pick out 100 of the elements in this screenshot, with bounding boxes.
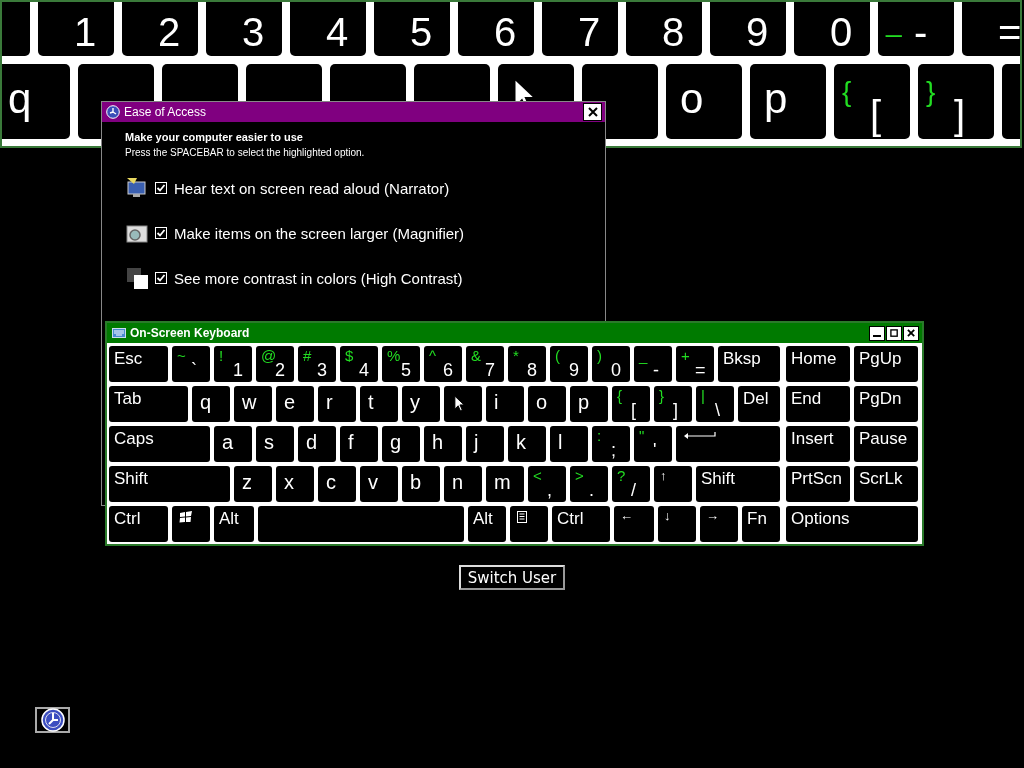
key[interactable]: f: [340, 426, 378, 462]
menu-key[interactable]: [510, 506, 548, 542]
ease-of-access-icon: [106, 105, 120, 119]
key[interactable]: Shift: [696, 466, 780, 502]
windows-flag-icon: [179, 511, 193, 523]
key[interactable]: r: [318, 386, 356, 422]
close-icon: [906, 328, 916, 338]
arrow-key[interactable]: ↓: [658, 506, 696, 542]
key[interactable]: Ctrl: [109, 506, 168, 542]
key[interactable]: b: [402, 466, 440, 502]
key[interactable]: } ]: [654, 386, 692, 422]
option-label[interactable]: See more contrast in colors (High Contrast): [174, 269, 463, 287]
key[interactable]: ) 0: [592, 346, 630, 382]
key[interactable]: w: [234, 386, 272, 422]
key[interactable]: y: [402, 386, 440, 422]
key[interactable]: % 5: [382, 346, 420, 382]
instruction-text: Press the SPACEBAR to select the highlighted option.: [125, 147, 366, 158]
key[interactable]: PrtScn: [786, 466, 850, 502]
key[interactable]: ( 9: [550, 346, 588, 382]
switch-user-button[interactable]: Switch User: [459, 565, 565, 590]
key[interactable]: # 3: [298, 346, 336, 382]
magnified-key: p: [750, 64, 826, 139]
key[interactable]: c: [318, 466, 356, 502]
key[interactable]: [444, 386, 482, 422]
key[interactable]: " ': [634, 426, 672, 462]
key[interactable]: @ 2: [256, 346, 294, 382]
arrow-key[interactable]: →: [700, 506, 738, 542]
key[interactable]: : ;: [592, 426, 630, 462]
window-title: Ease of Access: [124, 105, 208, 119]
key[interactable]: End: [786, 386, 850, 422]
key[interactable]: Insert: [786, 426, 850, 462]
key[interactable]: Ctrl: [552, 506, 610, 542]
key[interactable]: l: [550, 426, 588, 462]
key[interactable]: d: [298, 426, 336, 462]
option-label[interactable]: Hear text on screen read aloud (Narrator): [174, 179, 450, 197]
key[interactable]: x: [276, 466, 314, 502]
key[interactable]: ! 1: [214, 346, 252, 382]
key[interactable]: & 7: [466, 346, 504, 382]
key[interactable]: n: [444, 466, 482, 502]
key[interactable]: _ -: [634, 346, 672, 382]
maximize-button[interactable]: [886, 325, 902, 341]
window-title: On-Screen Keyboard: [130, 326, 251, 340]
magnified-key: 7: [542, 2, 618, 56]
checkbox[interactable]: [155, 272, 167, 284]
key[interactable]: j: [466, 426, 504, 462]
key[interactable]: Options: [786, 506, 918, 542]
key[interactable]: * 8: [508, 346, 546, 382]
key[interactable]: a: [214, 426, 252, 462]
key[interactable]: > .: [570, 466, 608, 502]
key[interactable]: ^ 6: [424, 346, 462, 382]
key[interactable]: e: [276, 386, 314, 422]
key[interactable]: k: [508, 426, 546, 462]
minimize-button[interactable]: [869, 325, 885, 341]
key[interactable]: | \: [696, 386, 734, 422]
key[interactable]: o: [528, 386, 566, 422]
magnified-key: 6: [458, 2, 534, 56]
key[interactable]: ScrLk: [854, 466, 918, 502]
key[interactable]: Tab: [109, 386, 188, 422]
key[interactable]: Fn: [742, 506, 780, 542]
key[interactable]: s: [256, 426, 294, 462]
key[interactable]: $ 4: [340, 346, 378, 382]
magnified-key: 4: [290, 2, 366, 56]
key[interactable]: { [: [612, 386, 650, 422]
arrow-key[interactable]: ←: [614, 506, 654, 542]
key[interactable]: Home: [786, 346, 850, 382]
key[interactable]: g: [382, 426, 420, 462]
key[interactable]: Alt: [214, 506, 254, 542]
arrow-key[interactable]: ↑: [654, 466, 692, 502]
key[interactable]: Alt: [468, 506, 506, 542]
checkbox[interactable]: [155, 182, 167, 194]
close-button[interactable]: [903, 325, 919, 341]
key[interactable]: Del: [738, 386, 780, 422]
key[interactable]: v: [360, 466, 398, 502]
key[interactable]: Bksp: [718, 346, 780, 382]
windows-key[interactable]: [172, 506, 210, 542]
key[interactable]: Esc: [109, 346, 168, 382]
key[interactable]: Caps: [109, 426, 210, 462]
key[interactable]: ? /: [612, 466, 650, 502]
key[interactable]: PgUp: [854, 346, 918, 382]
key[interactable]: Pause: [854, 426, 918, 462]
key[interactable]: PgDn: [854, 386, 918, 422]
ease-of-access-button[interactable]: [35, 707, 70, 733]
magnified-key: 1: [38, 2, 114, 56]
key[interactable]: Shift: [109, 466, 230, 502]
menu-icon: [517, 511, 527, 523]
magnified-key: 9: [710, 2, 786, 56]
checkbox[interactable]: [155, 227, 167, 239]
key[interactable]: t: [360, 386, 398, 422]
maximize-icon: [889, 328, 899, 338]
option-label[interactable]: Make items on the screen larger (Magnifier): [174, 224, 465, 242]
key[interactable]: < ,: [528, 466, 566, 502]
key[interactable]: i: [486, 386, 524, 422]
key[interactable]: ~ `: [172, 346, 210, 382]
key[interactable]: m: [486, 466, 524, 502]
key[interactable]: p: [570, 386, 608, 422]
key[interactable]: h: [424, 426, 462, 462]
key[interactable]: + =: [676, 346, 714, 382]
enter-key[interactable]: [676, 426, 780, 462]
key[interactable]: q: [192, 386, 230, 422]
key[interactable]: z: [234, 466, 272, 502]
